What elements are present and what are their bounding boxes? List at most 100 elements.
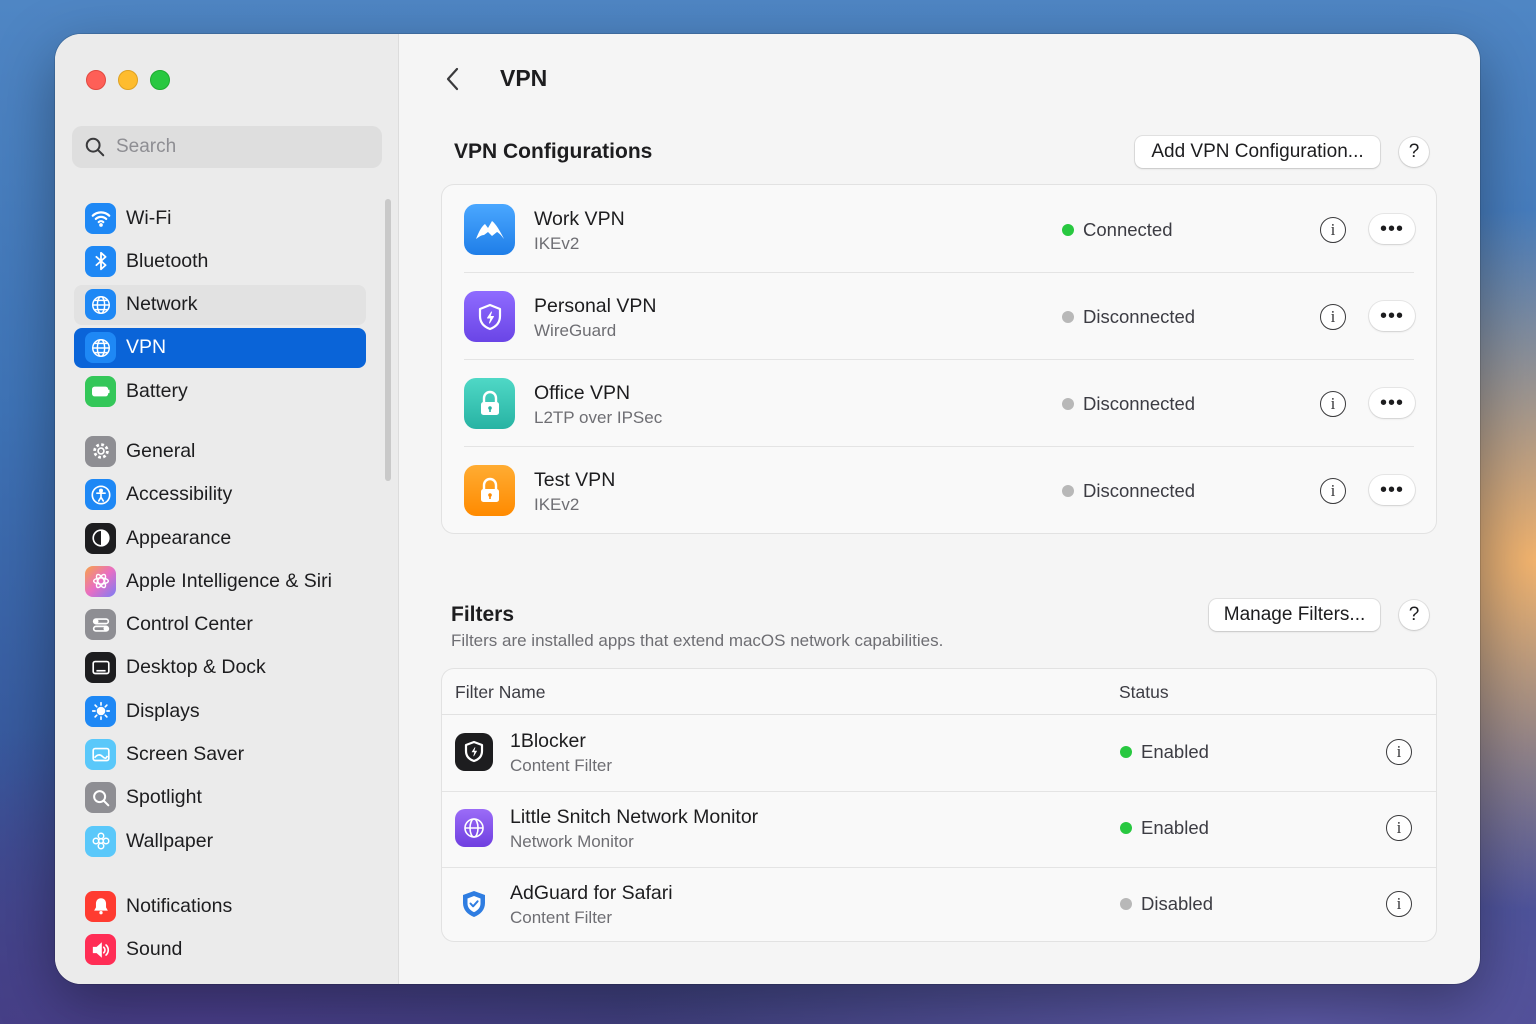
vpn-type: IKEv2: [534, 495, 580, 514]
back-chevron-icon[interactable]: [443, 66, 463, 92]
zoom-window-button[interactable]: [150, 70, 170, 90]
sidebar-item-spotlight[interactable]: Spotlight: [74, 778, 366, 818]
sidebar-item-vpn[interactable]: VPN: [74, 327, 366, 368]
info-icon[interactable]: i: [1320, 391, 1346, 417]
more-options-button[interactable]: •••: [1369, 301, 1415, 331]
filters-title: Filters: [451, 603, 515, 626]
sidebar-item-sound[interactable]: Sound: [74, 930, 366, 970]
info-icon[interactable]: i: [1320, 217, 1346, 243]
column-header-status[interactable]: Status: [1119, 682, 1169, 703]
info-icon[interactable]: i: [1386, 739, 1412, 765]
sidebar-item-label: Control Center: [126, 613, 253, 636]
sound-icon: [85, 934, 116, 966]
sidebar-item-label: VPN: [126, 336, 167, 359]
table-header: Filter Name Status: [442, 669, 1436, 715]
sidebar-item-label: Bluetooth: [126, 249, 209, 272]
sidebar-item-label: Screen Saver: [126, 743, 245, 766]
mountain-icon: [464, 204, 515, 255]
sidebar-item-label: Wi-Fi: [126, 206, 172, 229]
filters-table: Filter Name Status 1Blocker Content Filt…: [442, 669, 1436, 941]
sidebar-item-label: General: [126, 439, 196, 462]
filters-help-button[interactable]: ?: [1399, 600, 1429, 630]
status-dot-connected: [1062, 224, 1074, 236]
vpn-row-work[interactable]: Work VPN IKEv2 Connected i •••: [442, 185, 1436, 272]
settings-window: Wi-Fi Bluetooth Network VP: [55, 34, 1480, 984]
filter-status-label: Disabled: [1141, 893, 1213, 914]
vpn-row-office[interactable]: Office VPN L2TP over IPSec Disconnected …: [442, 359, 1436, 446]
1blocker-shield-icon: [455, 733, 493, 771]
globe-icon: [85, 332, 116, 364]
vpn-status: Disconnected: [1062, 306, 1195, 328]
info-icon[interactable]: i: [1386, 891, 1412, 917]
manage-filters-button[interactable]: Manage Filters...: [1209, 599, 1380, 631]
sidebar-item-displays[interactable]: Displays: [74, 691, 366, 731]
lock-icon: [464, 378, 515, 429]
control-center-icon: [85, 609, 116, 641]
sidebar-item-wallpaper[interactable]: Wallpaper: [74, 821, 366, 861]
more-options-button[interactable]: •••: [1369, 475, 1415, 505]
gear-icon: [85, 435, 116, 467]
info-icon[interactable]: i: [1386, 815, 1412, 841]
wallpaper-icon: [85, 825, 116, 857]
minimize-window-button[interactable]: [118, 70, 138, 90]
status-dot-enabled: [1120, 746, 1132, 758]
sidebar-item-label: Spotlight: [126, 786, 202, 809]
info-icon[interactable]: i: [1320, 478, 1346, 504]
vpn-name: Work VPN: [534, 208, 625, 230]
sidebar-item-notifications[interactable]: Notifications: [74, 886, 366, 926]
sidebar: Wi-Fi Bluetooth Network VP: [55, 34, 399, 984]
vpn-type: WireGuard: [534, 321, 617, 340]
vpn-type: IKEv2: [534, 234, 580, 253]
sidebar-item-apple-intelligence-siri[interactable]: Apple Intelligence & Siri: [74, 561, 366, 601]
table-row[interactable]: AdGuard for Safari Content Filter Disabl…: [442, 867, 1436, 943]
vpn-status-label: Disconnected: [1083, 393, 1196, 414]
page-title: VPN: [500, 65, 548, 91]
globe-icon: [455, 809, 493, 847]
sidebar-item-control-center[interactable]: Control Center: [74, 605, 366, 645]
more-options-button[interactable]: •••: [1369, 214, 1415, 244]
wifi-icon: [85, 202, 116, 234]
filter-status-label: Enabled: [1141, 741, 1209, 762]
sidebar-item-label: Apple Intelligence & Siri: [126, 569, 332, 592]
vpn-help-button[interactable]: ?: [1399, 137, 1429, 167]
filter-status: Enabled: [1120, 817, 1209, 839]
main-content: VPN VPN Configurations Add VPN Configura…: [399, 34, 1480, 984]
sidebar-item-wifi[interactable]: Wi-Fi: [74, 198, 366, 238]
more-options-button[interactable]: •••: [1369, 388, 1415, 418]
vpn-status: Connected: [1062, 219, 1172, 241]
sidebar-item-bluetooth[interactable]: Bluetooth: [74, 241, 366, 281]
vpn-type: L2TP over IPSec: [534, 408, 663, 427]
vpn-row-test[interactable]: Test VPN IKEv2 Disconnected i •••: [442, 446, 1436, 533]
displays-icon: [85, 695, 116, 727]
lock-icon: [464, 465, 515, 516]
status-dot-disabled: [1120, 898, 1132, 910]
add-vpn-configuration-button[interactable]: Add VPN Configuration...: [1135, 136, 1380, 168]
status-dot-disconnected: [1062, 485, 1074, 497]
filter-kind: Network Monitor: [510, 832, 634, 851]
sidebar-item-label: Appearance: [126, 526, 232, 549]
sidebar-item-appearance[interactable]: Appearance: [74, 518, 366, 558]
close-window-button[interactable]: [86, 70, 106, 90]
sidebar-item-general[interactable]: General: [74, 431, 366, 471]
bluetooth-icon: [85, 245, 116, 277]
filter-status: Disabled: [1120, 893, 1213, 915]
vpn-configurations-list: Work VPN IKEv2 Connected i ••• Personal …: [442, 185, 1436, 533]
sidebar-item-accessibility[interactable]: Accessibility: [74, 475, 366, 515]
search-input[interactable]: [116, 136, 366, 158]
sidebar-item-desktop-dock[interactable]: Desktop & Dock: [74, 648, 366, 688]
sidebar-item-battery[interactable]: Battery: [74, 371, 366, 411]
vpn-name: Test VPN: [534, 469, 616, 491]
filter-name: Little Snitch Network Monitor: [510, 806, 759, 828]
search-field[interactable]: [72, 126, 382, 168]
vpn-status: Disconnected: [1062, 393, 1195, 415]
sidebar-scrollbar[interactable]: [385, 199, 391, 481]
info-icon[interactable]: i: [1320, 304, 1346, 330]
sidebar-item-network[interactable]: Network: [74, 284, 366, 325]
table-row[interactable]: Little Snitch Network Monitor Network Mo…: [442, 791, 1436, 867]
sidebar-item-screen-saver[interactable]: Screen Saver: [74, 735, 366, 775]
sidebar-item-label: Wallpaper: [126, 829, 214, 852]
table-row[interactable]: 1Blocker Content Filter Enabled i: [442, 715, 1436, 791]
column-header-filter-name[interactable]: Filter Name: [455, 682, 545, 703]
vpn-row-personal[interactable]: Personal VPN WireGuard Disconnected i ••…: [442, 272, 1436, 359]
